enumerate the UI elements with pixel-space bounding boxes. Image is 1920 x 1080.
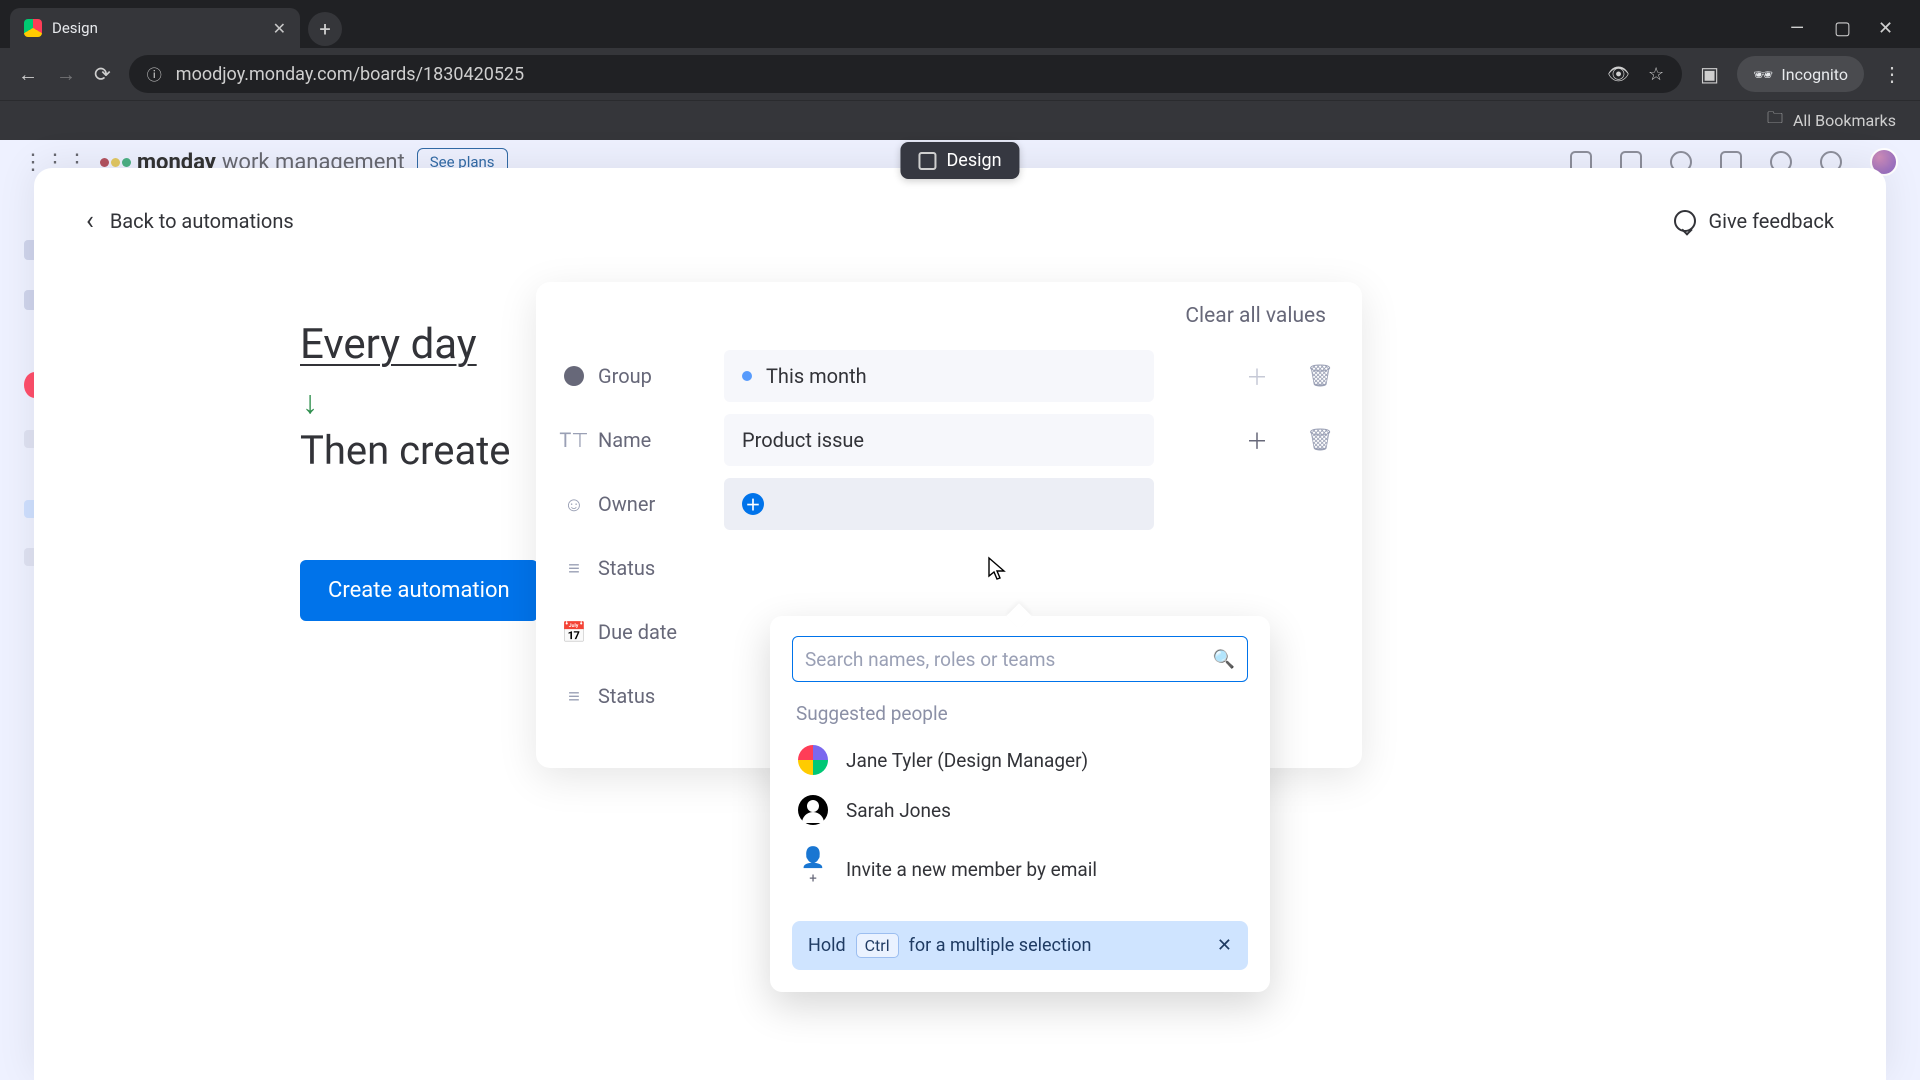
row-due-label: Due date xyxy=(598,620,677,644)
all-bookmarks-folder-icon[interactable]: 🗀 xyxy=(1767,107,1783,134)
browser-tabstrip: Design ✕ + — ▢ ✕ xyxy=(0,0,1920,48)
suggested-person[interactable]: Jane Tyler (Design Manager) xyxy=(792,735,1248,785)
row-add-icon[interactable]: ＋ xyxy=(1246,360,1268,392)
avatar-icon xyxy=(798,795,828,825)
row-group: Group This month ＋ 🗑 xyxy=(564,344,1334,408)
window-close-icon[interactable]: ✕ xyxy=(1878,18,1892,39)
suggested-person[interactable]: Sarah Jones xyxy=(792,785,1248,835)
owner-picker-dropdown: 🔍 Suggested people Jane Tyler (Design Ma… xyxy=(770,616,1270,992)
back-label: Back to automations xyxy=(110,209,294,233)
row-name-label: Name xyxy=(598,428,651,452)
invite-label: Invite a new member by email xyxy=(846,858,1097,881)
tab-close-icon[interactable]: ✕ xyxy=(273,19,286,38)
row-status2-label: Status xyxy=(598,684,655,708)
hint-post: for a multiple selection xyxy=(909,935,1092,956)
status-value[interactable] xyxy=(724,542,1154,594)
browser-tab-active[interactable]: Design ✕ xyxy=(10,8,300,48)
hint-pre: Hold xyxy=(808,935,846,956)
person-name: Sarah Jones xyxy=(846,799,951,822)
nav-reload-icon[interactable]: ⟳ xyxy=(94,62,111,86)
content-tab-title: Design xyxy=(946,150,1001,171)
mouse-cursor-icon xyxy=(985,556,1009,584)
side-panel-icon[interactable]: ▣ xyxy=(1700,62,1719,86)
tab-favicon-icon xyxy=(24,19,42,37)
status-type-icon: ≡ xyxy=(564,686,584,706)
row-owner-label: Owner xyxy=(598,492,655,516)
person-name: Jane Tyler (Design Manager) xyxy=(846,749,1088,772)
status-type-icon: ≡ xyxy=(564,558,584,578)
nav-back-icon[interactable]: ← xyxy=(18,62,38,87)
row-add-icon[interactable]: ＋ xyxy=(1246,424,1268,456)
incognito-eye-icon[interactable]: 👁 xyxy=(1607,64,1630,85)
row-name: T⊤ Name Product issue ＋ 🗑 xyxy=(564,408,1334,472)
name-value-text: Product issue xyxy=(742,428,864,452)
people-type-icon: ☺ xyxy=(564,494,584,514)
suggested-people-header: Suggested people xyxy=(796,702,1248,725)
window-controls: — ▢ ✕ xyxy=(1790,8,1910,48)
incognito-hat-icon: 🕶 xyxy=(1753,65,1773,84)
avatar-icon xyxy=(798,745,828,775)
incognito-label: Incognito xyxy=(1781,65,1848,84)
clear-all-values-link[interactable]: Clear all values xyxy=(564,300,1334,344)
owner-value[interactable]: ＋ xyxy=(724,478,1154,530)
multi-select-hint: Hold Ctrl for a multiple selection ✕ xyxy=(792,921,1248,970)
new-tab-button[interactable]: + xyxy=(308,12,342,46)
row-owner: ☺Owner ＋ +🗑 xyxy=(564,472,1334,536)
row-delete-icon[interactable]: 🗑 xyxy=(1306,428,1334,453)
date-type-icon: 📅 xyxy=(564,622,584,642)
create-automation-button[interactable]: Create automation xyxy=(300,560,538,621)
row-status: ≡ Status xyxy=(564,536,1334,600)
group-color-dot-icon xyxy=(742,371,752,381)
row-group-label: Group xyxy=(598,364,652,388)
hint-key: Ctrl xyxy=(856,933,899,958)
chevron-left-icon: ‹ xyxy=(86,206,94,236)
row-delete-icon[interactable]: 🗑 xyxy=(1306,364,1334,389)
browser-menu-icon[interactable]: ⋮ xyxy=(1882,62,1902,86)
flow-arrow-icon: ↓ xyxy=(302,383,538,421)
add-person-icon[interactable]: ＋ xyxy=(742,493,764,515)
then-create-text: Then create xyxy=(300,427,538,474)
people-search-input[interactable] xyxy=(805,648,1203,671)
url-text: moodjoy.monday.com/boards/1830420525 xyxy=(176,64,1593,85)
hint-close-icon[interactable]: ✕ xyxy=(1217,935,1232,956)
panel-icon xyxy=(918,152,936,170)
group-value-text: This month xyxy=(766,364,867,388)
invite-member-button[interactable]: 👤⁺ Invite a new member by email xyxy=(792,835,1248,903)
nav-forward-icon[interactable]: → xyxy=(56,62,76,87)
group-value[interactable]: This month xyxy=(724,350,1154,402)
invite-person-icon: 👤⁺ xyxy=(798,845,828,893)
group-type-icon xyxy=(564,366,584,386)
back-to-automations-button[interactable]: ‹ Back to automations xyxy=(86,206,294,236)
row-status-label: Status xyxy=(598,556,655,580)
window-minimize-icon[interactable]: — xyxy=(1790,18,1804,39)
window-maximize-icon[interactable]: ▢ xyxy=(1834,18,1848,39)
incognito-badge[interactable]: 🕶 Incognito xyxy=(1737,56,1864,92)
search-icon[interactable]: 🔍 xyxy=(1213,649,1235,670)
tab-title: Design xyxy=(52,19,98,37)
give-feedback-button[interactable]: Give feedback xyxy=(1674,209,1834,233)
bookmarks-bar: 🗀 All Bookmarks xyxy=(0,100,1920,140)
all-bookmarks-label[interactable]: All Bookmarks xyxy=(1793,111,1896,130)
content-tab-badge[interactable]: Design xyxy=(900,142,1019,179)
url-bar[interactable]: ⓘ moodjoy.monday.com/boards/1830420525 👁… xyxy=(129,55,1682,93)
site-info-icon[interactable]: ⓘ xyxy=(147,64,162,85)
people-search[interactable]: 🔍 xyxy=(792,636,1248,682)
feedback-bubble-icon xyxy=(1674,210,1696,232)
bookmark-star-icon[interactable]: ☆ xyxy=(1648,64,1664,85)
feedback-label: Give feedback xyxy=(1708,209,1834,233)
browser-toolbar: ← → ⟳ ⓘ moodjoy.monday.com/boards/183042… xyxy=(0,48,1920,100)
trigger-link[interactable]: Every day xyxy=(300,320,538,369)
name-value[interactable]: Product issue xyxy=(724,414,1154,466)
automation-sentence: Every day ↓ Then create Create automatio… xyxy=(300,320,538,621)
text-type-icon: T⊤ xyxy=(564,430,584,450)
